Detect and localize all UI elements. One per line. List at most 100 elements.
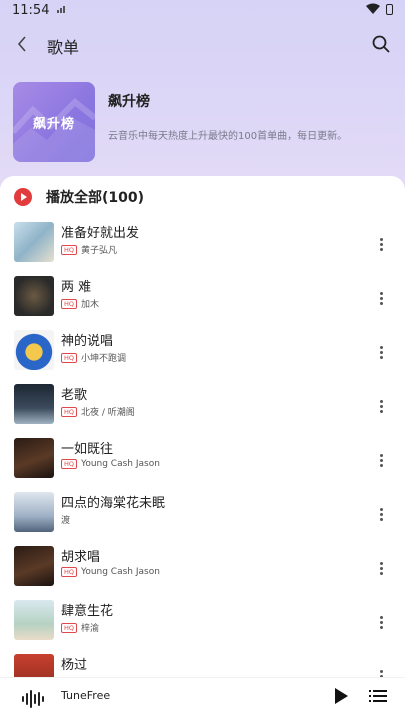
song-artist: 加木 [81,300,100,310]
dot [379,291,383,295]
more-options-button[interactable] [374,612,388,632]
page-title: 歌单 [47,38,80,57]
album-art [14,546,54,586]
playlist-queue-button[interactable] [369,688,387,704]
hq-badge: HQ [61,298,78,309]
dot [379,345,383,349]
playlist-description: 云音乐中每天热度上升最快的100首单曲，每日更新。 [108,131,348,142]
dot [379,296,383,300]
album-art [14,600,54,640]
cover-title: 飙升榜 [32,117,75,132]
song-title: 杨过 [61,658,88,673]
song-artist: Young Cash Jason [81,567,160,577]
hq-badge: HQ [61,352,78,363]
song-title: 一如既往 [61,442,114,457]
more-options-button[interactable] [374,288,388,308]
song-artist: 渡 [61,516,71,526]
dot [379,571,383,575]
dot [379,625,383,629]
song-title: 肆意生花 [61,604,114,619]
more-options-button[interactable] [374,396,388,416]
hq-badge: HQ [61,459,78,469]
song-title: 两 难 [61,280,92,295]
dot [379,463,383,467]
mini-player[interactable]: TuneFree [0,677,405,721]
song-meta: 渡 [61,513,70,526]
playlist-name: 飙升榜 [108,94,150,110]
more-options-button[interactable] [374,504,388,524]
dot [379,404,383,408]
song-row[interactable]: 四点的海棠花未眠渡 [0,492,405,546]
more-options-button[interactable] [374,342,388,362]
back-button[interactable] [10,30,34,58]
wifi-icon [366,3,380,19]
song-title: 四点的海棠花未眠 [61,496,166,511]
album-art [14,276,54,316]
song-title: 神的说唱 [61,334,114,349]
dot [379,237,383,241]
album-art [14,492,54,532]
dot [379,512,383,516]
song-meta: HQ 梓渝 [61,621,99,634]
song-meta: HQ 北夜 / 听潮阁 [61,405,135,418]
album-art [14,438,54,478]
song-meta: HQ 小坤不跑调 [61,351,126,364]
dot [379,620,383,624]
audio-wave-icon [22,689,46,709]
more-options-button[interactable] [374,450,388,470]
song-title: 胡求唱 [61,550,101,565]
dot [379,669,383,673]
dot [379,247,383,251]
song-artist: Young Cash Jason [81,459,160,469]
dot [379,399,383,403]
hq-badge: HQ [61,244,78,255]
more-options-button[interactable] [374,558,388,578]
dot [379,507,383,511]
song-row[interactable]: 一如既往 HQ Young Cash Jason [0,438,405,492]
queue-list-icon [369,690,387,702]
song-title: 老歌 [61,388,88,403]
dot [379,561,383,565]
album-art [14,222,54,262]
album-art [14,330,54,370]
song-row[interactable]: 肆意生花 HQ 梓渝 [0,600,405,654]
hq-badge: HQ [61,406,78,417]
song-meta: HQ 加木 [61,297,99,310]
dot [379,517,383,521]
song-artist: 小坤不跑调 [81,354,127,364]
dot [379,453,383,457]
song-row[interactable]: 神的说唱 HQ 小坤不跑调 [0,330,405,384]
hq-badge: HQ [61,622,78,633]
song-row[interactable]: 老歌 HQ 北夜 / 听潮阁 [0,384,405,438]
song-artist: 梓渝 [81,624,100,634]
play-all-label: 播放全部(100) [46,190,145,206]
album-art [14,384,54,424]
song-row[interactable]: 准备好就出发 HQ 黄子弘凡 [0,222,405,276]
top-app-bar: 歌单 [0,26,405,62]
dot [379,409,383,413]
song-meta: HQ Young Cash Jason [61,459,160,469]
playlist-cover: 飙升榜 [13,82,95,162]
song-row[interactable]: 两 难 HQ 加木 [0,276,405,330]
dot [379,458,383,462]
search-icon [372,35,390,53]
player-track-title: TuneFree [61,689,111,702]
song-title: 准备好就出发 [61,226,140,241]
play-all-button[interactable]: 播放全部(100) [14,187,144,207]
more-options-button[interactable] [374,234,388,254]
dot [379,350,383,354]
song-artist: 黄子弘凡 [81,246,118,256]
dot [379,566,383,570]
dot [379,301,383,305]
signal-bars-icon [57,5,67,16]
battery-icon [386,4,393,15]
status-bar: 11:54 [0,0,405,22]
hq-badge: HQ [61,567,78,577]
play-button[interactable] [335,688,349,704]
dot [379,615,383,619]
song-meta: HQ 黄子弘凡 [61,243,117,256]
dot [379,355,383,359]
song-row[interactable]: 胡求唱 HQ Young Cash Jason [0,546,405,600]
play-circle-icon [14,188,32,206]
search-button[interactable] [369,32,393,56]
